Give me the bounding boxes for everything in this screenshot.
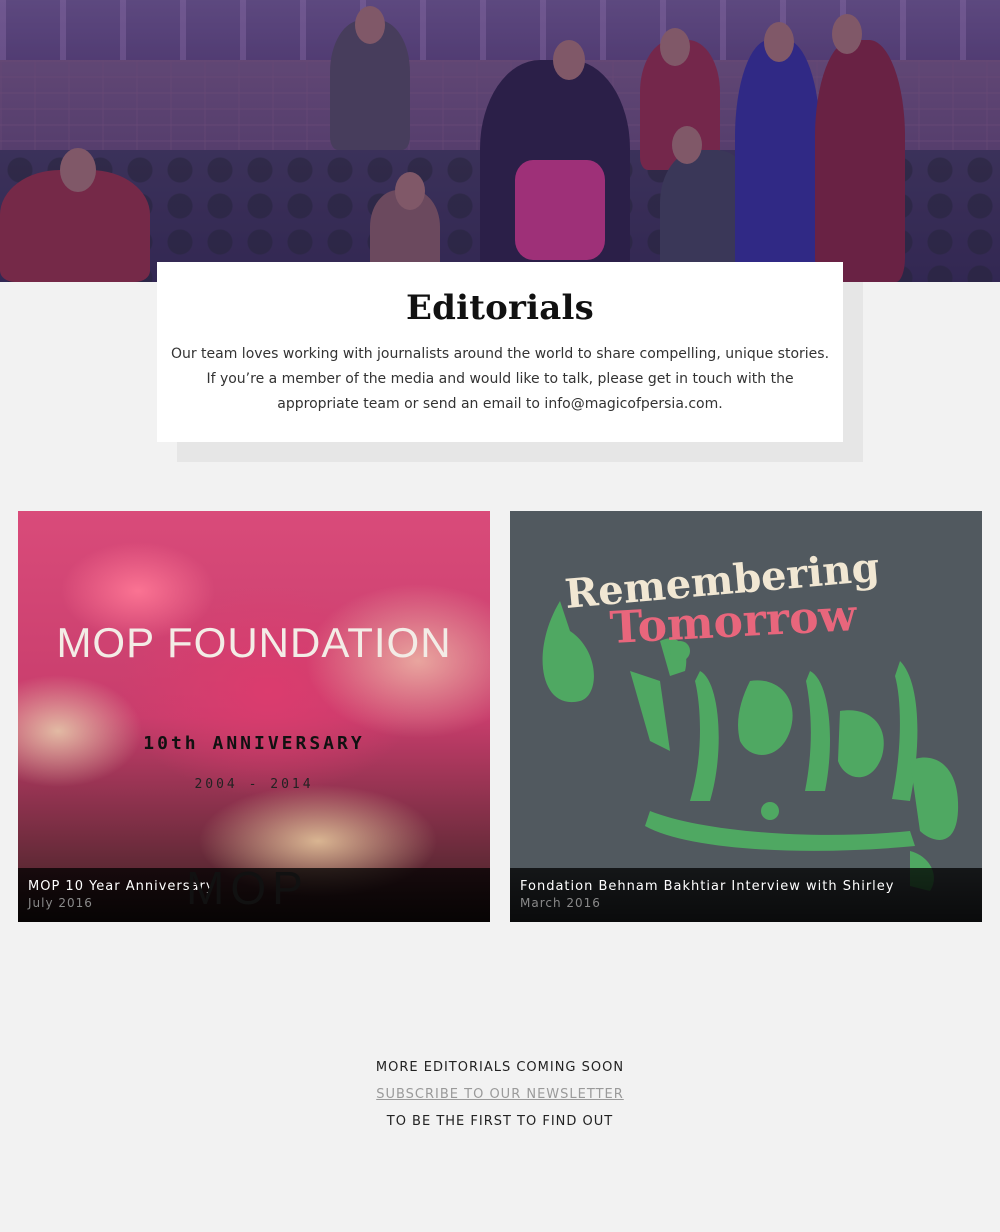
intro-line-2: If you’re a member of the media and woul…: [206, 371, 794, 387]
mop-logo: MOP: [186, 862, 309, 914]
newsletter-subscribe-link[interactable]: SUBSCRIBE TO OUR NEWSLETTER: [376, 1087, 624, 1102]
find-out-text: TO BE THE FIRST TO FIND OUT: [386, 1114, 614, 1129]
editorial-date: March 2016: [520, 896, 601, 910]
coming-soon-text: MORE EDITORIALS COMING SOON: [375, 1060, 625, 1075]
page: Editorials Our team loves working with j…: [0, 0, 1000, 1232]
coming-soon-notice: MORE EDITORIALS COMING SOON SUBSCRIBE TO…: [0, 1054, 1000, 1135]
intro-line-1: Our team loves working with journalists …: [170, 346, 830, 362]
editorial-card-mop-anniversary[interactable]: MOP FOUNDATION 10th ANNIVERSARY 2004 - 2…: [18, 511, 490, 922]
intro-card: Editorials Our team loves working with j…: [157, 262, 843, 442]
artwork-title: MOP FOUNDATION: [56, 619, 452, 666]
intro-text: Our team loves working with journalists …: [170, 342, 830, 417]
page-title: Editorials: [406, 288, 594, 328]
intro-line-3: appropriate team or send an email to inf…: [277, 396, 723, 412]
editorial-caption: Fondation Behnam Bakhtiar Interview with…: [510, 868, 982, 922]
editorial-title[interactable]: Fondation Behnam Bakhtiar Interview with…: [520, 878, 972, 895]
hero-image: [0, 0, 1000, 282]
editorial-card-behnam-bakhtiar[interactable]: Remembering Tomorrow Fondation Behnam Ba…: [510, 511, 982, 922]
artwork-years: 2004 - 2014: [194, 777, 314, 792]
artwork-subtitle: 10th ANNIVERSARY: [143, 733, 365, 754]
